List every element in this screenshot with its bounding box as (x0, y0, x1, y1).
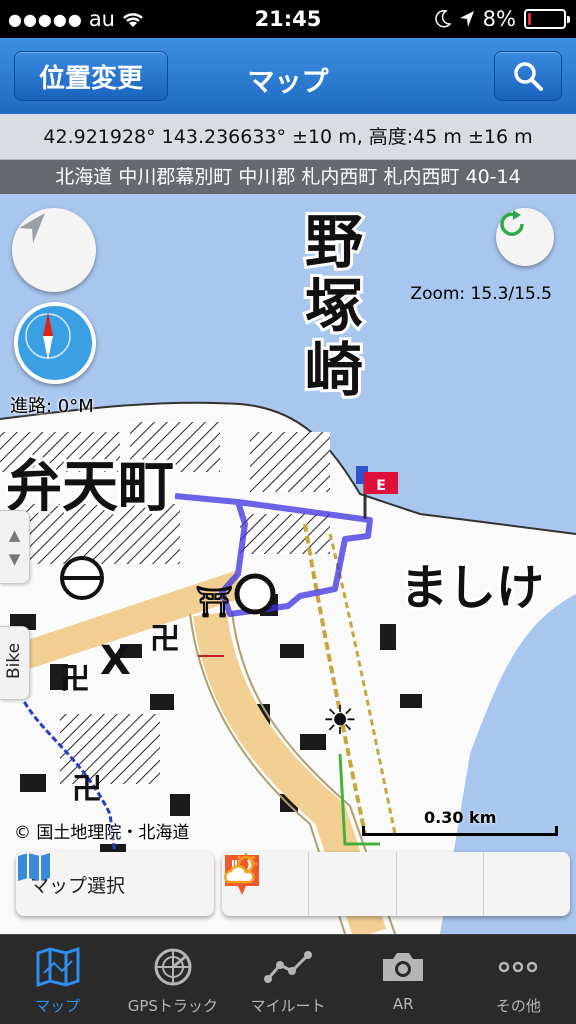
battery-icon (524, 9, 570, 29)
flag-label: E (376, 478, 386, 494)
coordinates-readout: 42.921928° 143.236633° ±10 m, 高度:45 m ±1… (0, 114, 576, 160)
scale-bar: 0.30 km (362, 808, 558, 838)
tab-my-route[interactable]: マイルート (230, 935, 345, 1024)
weather-icon (224, 853, 257, 884)
my-route-icon (264, 951, 312, 983)
current-location-button[interactable] (12, 208, 96, 292)
map-icon (18, 853, 50, 881)
search-button[interactable] (494, 51, 562, 101)
hatched-block (250, 432, 330, 492)
tab-ar[interactable]: AR (346, 935, 461, 1024)
scale-line (362, 826, 558, 836)
bike-tab-label: Bike (4, 642, 24, 679)
bike-mode-tab[interactable]: Bike (0, 626, 30, 700)
temple-symbol: 卍 (60, 662, 90, 697)
panel-toggle-tab[interactable]: ▲ ▼ (0, 510, 30, 584)
temple-symbol: 卍 (150, 622, 180, 657)
tab-gps-track[interactable]: GPSトラック (115, 935, 230, 1024)
shrine-circle (234, 573, 276, 615)
tab-map[interactable]: マップ (0, 935, 115, 1024)
location-arrow-icon (19, 213, 45, 243)
compass-button[interactable] (14, 302, 96, 384)
map-tools (222, 852, 570, 916)
police-symbol: X (100, 638, 131, 684)
map-view[interactable]: E ⛩ 卍 卍 卍 X ☀ 野 塚 崎 弁天町 ましけ 進路: 0°M Zoom… (0, 194, 576, 934)
add-button[interactable] (225, 852, 397, 916)
heading-readout: 進路: 0°M (10, 396, 94, 417)
chevron-up-icon: ▲ (8, 526, 21, 544)
map-icon (36, 947, 80, 987)
weather-button[interactable] (224, 852, 570, 916)
camera-icon (383, 953, 424, 981)
battery-percent: 8% (482, 7, 516, 31)
map-select-button[interactable]: マップ選択 (16, 852, 214, 916)
navigation-bar: 位置変更 マップ (0, 38, 576, 114)
tab-label: マイルート (250, 997, 326, 1015)
zoom-readout: Zoom: 15.3/15.5 (410, 284, 552, 304)
more-icon (499, 961, 538, 973)
sun-symbol: ☀ (322, 698, 358, 744)
place-label-nozuka-1: 野 (305, 208, 363, 276)
tab-label: GPSトラック (127, 997, 218, 1015)
location-arrow-icon (459, 11, 474, 27)
page-title: マップ (247, 67, 329, 98)
temple-symbol: 卍 (72, 772, 102, 807)
shrine-gate-symbol: ⛩ (195, 585, 233, 620)
hatched-block (240, 514, 330, 554)
battery-level (528, 13, 531, 25)
address-readout: 北海道 中川郡幕別町 中川郡 札内西町 札内西町 40-14 (0, 160, 576, 194)
compass-icon (25, 312, 71, 360)
gps-track-icon (154, 948, 192, 986)
place-label-nozuka-3: 崎 (305, 336, 363, 404)
map-copyright: © 国土地理院・北海道 (14, 823, 190, 843)
tab-bar: マップ GPSトラック マイルート AR その他 (0, 934, 576, 1024)
restaurant-button[interactable] (225, 852, 484, 916)
refresh-icon (500, 210, 524, 236)
moon-icon (434, 10, 451, 28)
place-label-nozuka-2: 塚 (305, 272, 363, 340)
tab-label: AR (392, 995, 414, 1013)
tab-label: その他 (495, 997, 541, 1015)
search-icon (514, 62, 543, 91)
status-bar: ●●●●● au 21:45 8% (0, 0, 576, 38)
place-label-bentencho: 弁天町 (6, 454, 174, 520)
tab-label: マップ (35, 997, 81, 1015)
place-label-mashike: ましけ (400, 560, 544, 616)
refresh-button[interactable] (496, 208, 554, 266)
tab-more[interactable]: その他 (461, 935, 576, 1024)
chevron-down-icon: ▼ (8, 550, 21, 568)
scale-label: 0.30 km (424, 808, 497, 827)
